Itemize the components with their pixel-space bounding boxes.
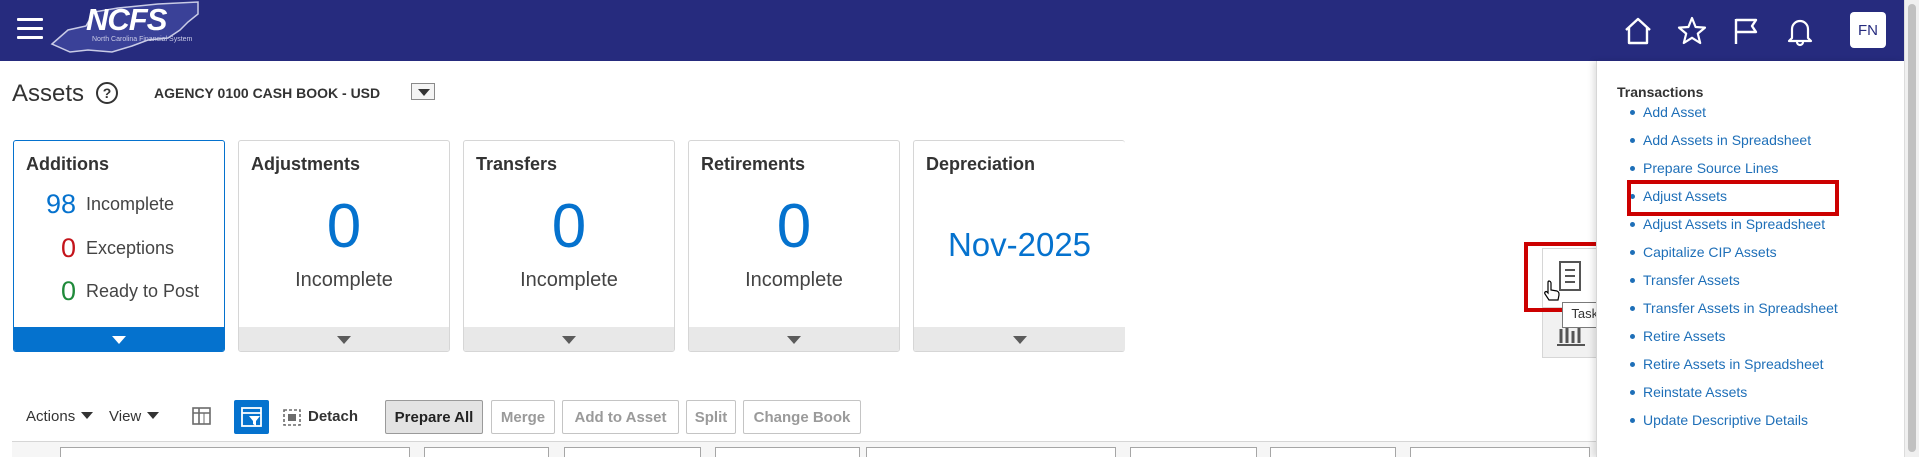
freeze-columns-icon[interactable] — [190, 404, 214, 430]
task-add-asset[interactable]: Add Asset — [1629, 103, 1838, 131]
tile-count-label: Incomplete — [520, 269, 618, 291]
tile-title: Transfers — [476, 154, 558, 174]
caret-down-icon — [147, 412, 160, 419]
logo-text: NCFS — [86, 2, 167, 37]
actions-menu[interactable]: Actions — [26, 408, 94, 425]
tile-count-label: Incomplete — [745, 269, 843, 291]
chevron-down-icon[interactable] — [14, 327, 224, 351]
chevron-down-icon[interactable] — [239, 327, 449, 351]
column-filter-input[interactable] — [60, 447, 410, 457]
book-dropdown-button[interactable] — [411, 83, 435, 100]
tile-count-label: Incomplete — [295, 269, 393, 291]
column-filter-input[interactable] — [1130, 447, 1257, 457]
filter-table-icon — [241, 407, 262, 427]
tile-additions[interactable]: Additions 98 Incomplete 0 Exceptions 0 R… — [13, 140, 225, 352]
task-adjust-assets-in-spreadsheet[interactable]: Adjust Assets in Spreadsheet — [1629, 215, 1838, 243]
task-transfer-assets-in-spreadsheet[interactable]: Transfer Assets in Spreadsheet — [1629, 299, 1838, 327]
caret-down-icon — [81, 412, 94, 419]
flag-icon[interactable] — [1730, 15, 1762, 47]
tile-period: Nov-2025 — [947, 226, 1092, 263]
prepare-all-button[interactable]: Prepare All — [385, 400, 483, 434]
column-filter-input[interactable] — [1270, 447, 1396, 457]
metric-ready-to-post[interactable]: 0 Ready to Post — [14, 276, 224, 306]
task-capitalize-cip-assets[interactable]: Capitalize CIP Assets — [1629, 243, 1838, 271]
help-icon[interactable]: ? — [96, 82, 118, 104]
tile-title: Adjustments — [251, 154, 361, 174]
tasks-heading: Transactions — [1617, 84, 1704, 100]
chevron-down-icon[interactable] — [689, 327, 899, 351]
tasks-panel: Transactions Add Asset Add Assets in Spr… — [1596, 61, 1904, 457]
scrollbar-thumb[interactable] — [1908, 4, 1916, 452]
date-filter-input[interactable] — [715, 447, 860, 457]
merge-button[interactable]: Merge — [491, 400, 555, 434]
metric-value: 0 — [60, 276, 76, 306]
task-transfer-assets[interactable]: Transfer Assets — [1629, 271, 1838, 299]
page-scrollbar[interactable] — [1904, 0, 1919, 457]
query-by-example-button[interactable] — [234, 400, 269, 434]
logo-subtext: North Carolina Financial System — [92, 36, 193, 43]
metric-label: Exceptions — [86, 238, 175, 258]
user-avatar[interactable]: FN — [1850, 12, 1886, 48]
tile-title: Retirements — [701, 154, 806, 174]
view-menu[interactable]: View — [109, 408, 160, 425]
ncfs-logo[interactable]: NCFS North Carolina Financial System — [48, 0, 203, 58]
column-filter-input[interactable] — [424, 447, 549, 457]
tile-title: Additions — [26, 154, 109, 174]
split-button[interactable]: Split — [686, 400, 736, 434]
global-header: NCFS North Carolina Financial System FN — [0, 0, 1904, 61]
tile-count: 0 — [776, 192, 812, 261]
tile-transfers[interactable]: Transfers 0 Incomplete — [463, 140, 675, 352]
view-menu-label: View — [109, 408, 142, 425]
metric-incomplete[interactable]: 98 Incomplete — [14, 189, 224, 219]
task-add-assets-in-spreadsheet[interactable]: Add Assets in Spreadsheet — [1629, 131, 1838, 159]
metric-value: 98 — [45, 189, 76, 219]
hand-cursor-icon — [1544, 280, 1560, 301]
column-filter-input[interactable] — [564, 447, 701, 457]
menu-icon[interactable] — [17, 18, 43, 40]
task-retire-assets[interactable]: Retire Assets — [1629, 327, 1838, 355]
bell-icon[interactable] — [1784, 15, 1816, 47]
task-retire-assets-in-spreadsheet[interactable]: Retire Assets in Spreadsheet — [1629, 355, 1838, 383]
metric-value: 0 — [60, 233, 76, 263]
tasks-list: Add Asset Add Assets in Spreadsheet Prep… — [1629, 103, 1838, 439]
tile-count: 0 — [326, 192, 362, 261]
chevron-down-icon[interactable] — [914, 327, 1125, 351]
page-title: Assets — [12, 80, 85, 107]
add-to-asset-button[interactable]: Add to Asset — [562, 400, 679, 434]
task-update-descriptive-details[interactable]: Update Descriptive Details — [1629, 411, 1838, 439]
tile-adjustments[interactable]: Adjustments 0 Incomplete — [238, 140, 450, 352]
chevron-down-icon[interactable] — [464, 327, 674, 351]
column-filter-input[interactable] — [1410, 447, 1590, 457]
metric-exceptions[interactable]: 0 Exceptions — [14, 233, 224, 263]
change-book-button[interactable]: Change Book — [743, 400, 861, 434]
tile-depreciation[interactable]: Depreciation Nov-2025 — [913, 140, 1125, 352]
task-reinstate-assets[interactable]: Reinstate Assets — [1629, 383, 1838, 411]
home-icon[interactable] — [1622, 15, 1654, 47]
metric-label: Ready to Post — [86, 281, 200, 301]
highlight-adjust-assets — [1627, 180, 1839, 216]
tile-count: 0 — [551, 192, 587, 261]
tile-title: Depreciation — [926, 154, 1036, 174]
column-filter-input[interactable] — [866, 447, 1116, 457]
star-icon[interactable] — [1676, 15, 1708, 47]
actions-menu-label: Actions — [26, 408, 76, 425]
detach-icon[interactable] — [281, 404, 303, 430]
tile-retirements[interactable]: Retirements 0 Incomplete — [688, 140, 900, 352]
book-name: AGENCY 0100 CASH BOOK - USD — [154, 85, 381, 101]
metric-label: Incomplete — [86, 194, 175, 214]
detach-button[interactable]: Detach — [308, 408, 358, 425]
